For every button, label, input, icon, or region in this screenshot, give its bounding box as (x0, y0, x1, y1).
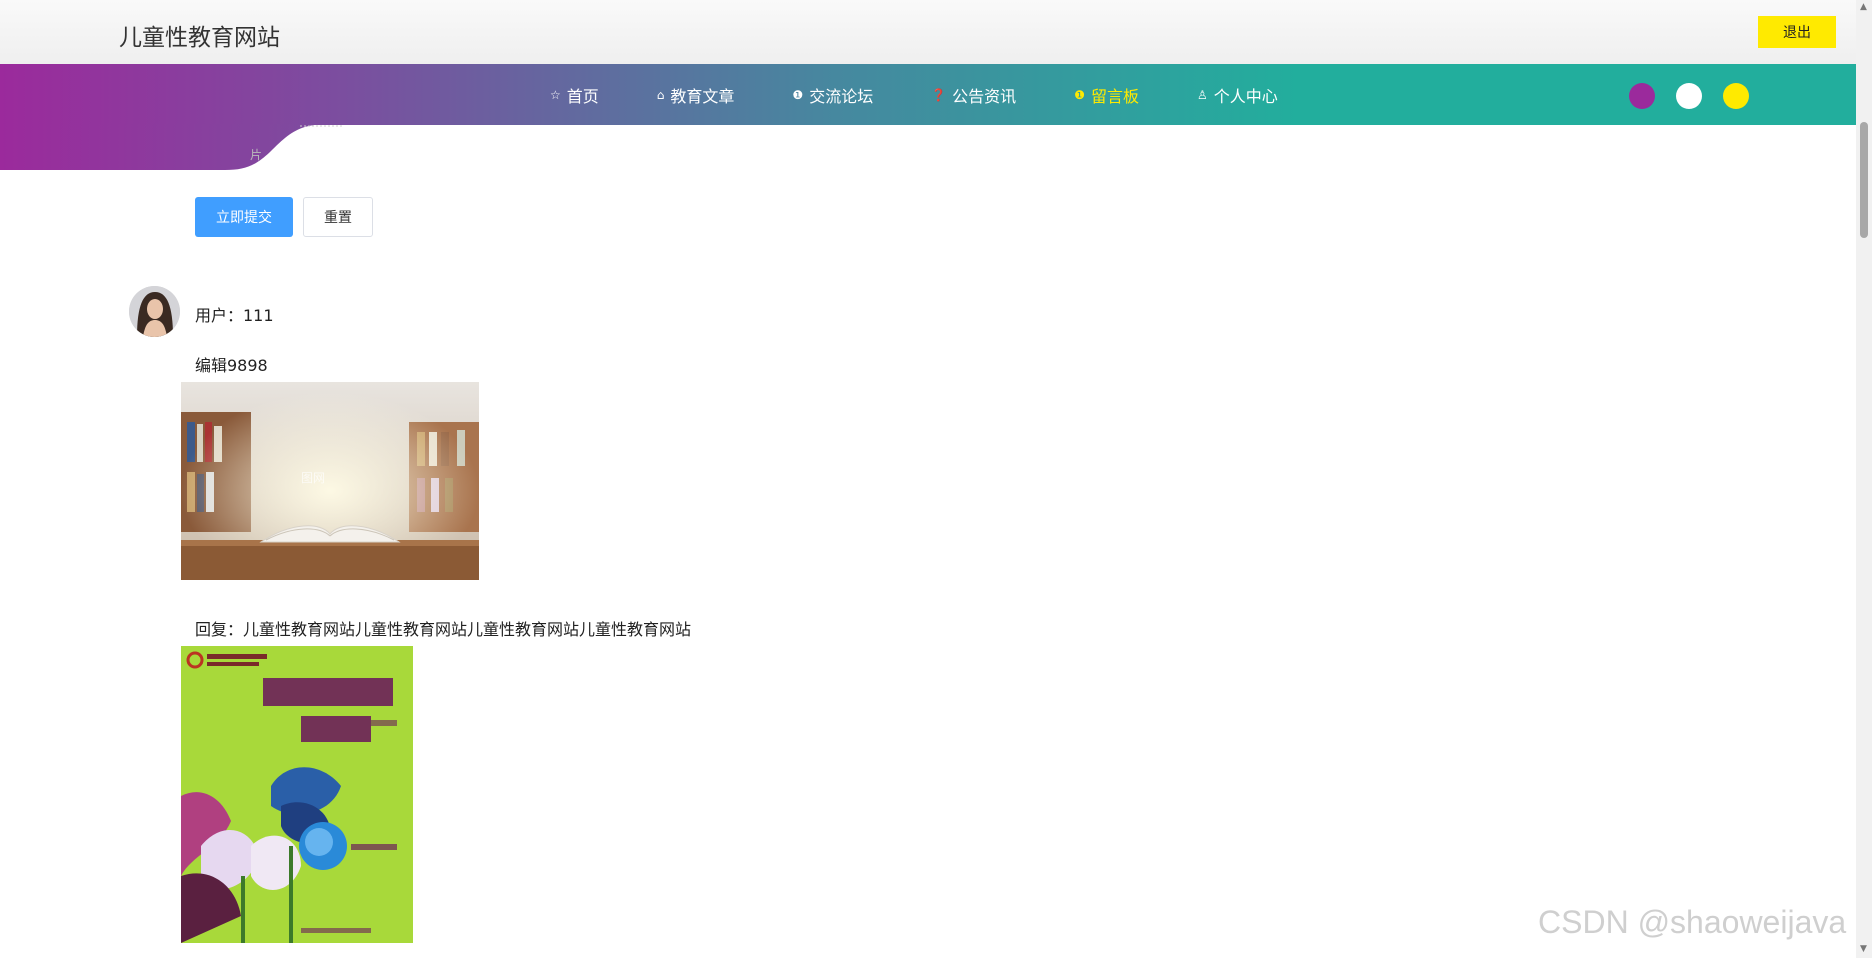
scroll-down-arrow-icon[interactable]: ▼ (1860, 944, 1867, 954)
theme-white-button[interactable] (1676, 83, 1702, 109)
site-title: 儿童性教育网站 (119, 25, 280, 51)
theme-purple-button[interactable] (1629, 83, 1655, 109)
reset-button[interactable]: 重置 (303, 197, 373, 237)
nav-item-articles[interactable]: ⌂ 教育文章 (657, 83, 735, 107)
nav-item-messageboard[interactable]: ❶ 留言板 (1074, 83, 1139, 107)
reply-image (181, 646, 413, 943)
nav-item-label: 首页 (566, 86, 599, 106)
scroll-up-arrow-icon[interactable]: ▲ (1860, 2, 1867, 12)
theme-yellow-button[interactable] (1723, 83, 1749, 109)
message-reply: 回复：儿童性教育网站儿童性教育网站儿童性教育网站儿童性教育网站 (195, 620, 692, 639)
lock-icon: ⌂ (656, 87, 665, 102)
main-nav: ☆ 首页 ⌂ 教育文章 ❶ 交流论坛 ❓ 公告资讯 ❶ 留言板 ♙ 个人中心 (0, 64, 1856, 125)
nav-item-forum[interactable]: ❶ 交流论坛 (792, 83, 873, 107)
nav-item-label: 个人中心 (1213, 86, 1278, 106)
message-user: 用户：111 (195, 306, 274, 325)
nav-items: ☆ 首页 ⌂ 教育文章 ❶ 交流论坛 ❓ 公告资讯 ❶ 留言板 ♙ 个人中心 (550, 64, 1336, 125)
csdn-watermark: CSDN @shaoweijava (1538, 904, 1847, 940)
top-bar: 儿童性教育网站 退出 (0, 0, 1856, 64)
message-image: 图网 (181, 382, 479, 580)
logout-button[interactable]: 退出 (1758, 16, 1836, 48)
page-scrollbar[interactable]: ▲ ▼ (1856, 0, 1872, 958)
nav-item-label: 留言板 (1090, 86, 1139, 106)
nav-swoosh-decoration (0, 124, 343, 170)
star-outline-icon: ☆ (550, 87, 561, 102)
user-icon: ♙ (1196, 87, 1208, 102)
question-circle-icon: ❓ (931, 87, 947, 102)
avatar (129, 286, 180, 337)
submit-button[interactable]: 立即提交 (195, 197, 293, 237)
nav-item-profile[interactable]: ♙ 个人中心 (1197, 83, 1278, 107)
nav-item-home[interactable]: ☆ 首页 (550, 83, 599, 107)
scroll-thumb[interactable] (1860, 122, 1868, 238)
image-watermark: 图网 (301, 471, 325, 485)
nav-item-news[interactable]: ❓ 公告资讯 (931, 83, 1016, 107)
message-content: 编辑9898 (195, 356, 268, 375)
nav-item-label: 公告资讯 (952, 86, 1017, 106)
upload-label: 片 (250, 148, 263, 162)
nav-item-label: 交流论坛 (809, 86, 874, 106)
info-circle-icon: ❶ (792, 87, 804, 102)
nav-item-label: 教育文章 (670, 86, 735, 106)
info-circle-icon: ❶ (1074, 87, 1085, 102)
